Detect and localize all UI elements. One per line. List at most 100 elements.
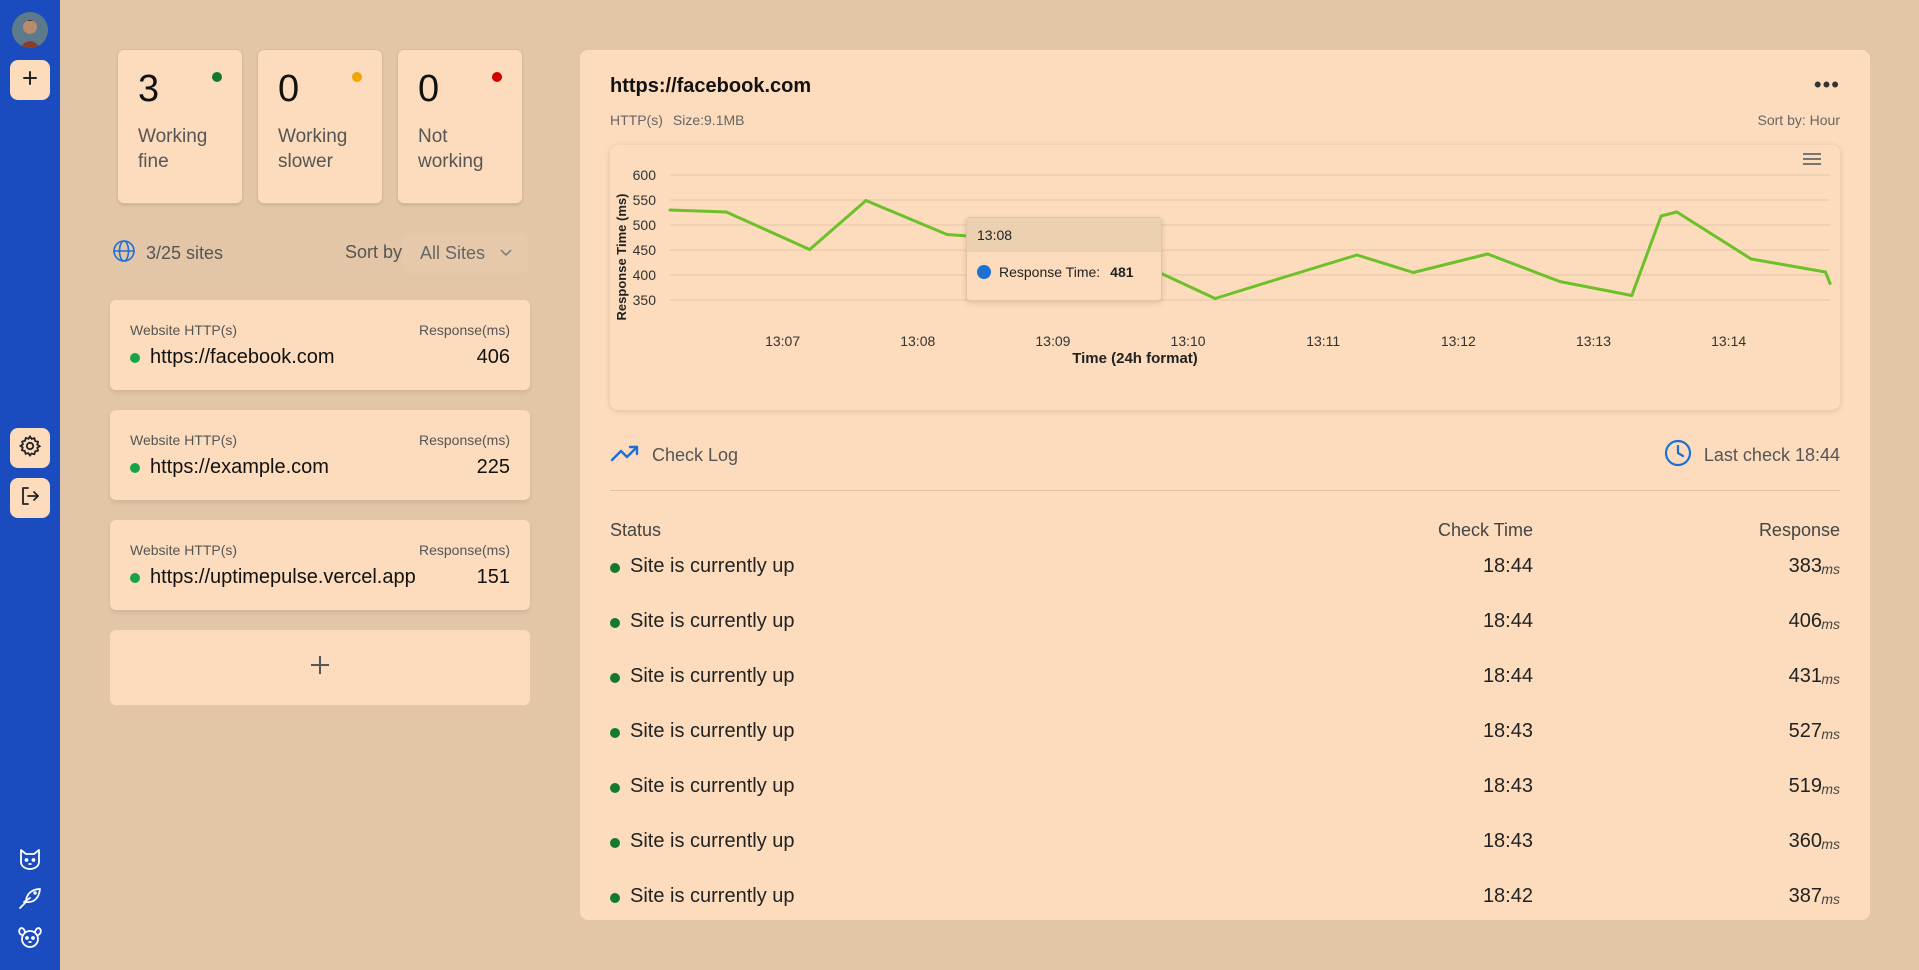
site-card[interactable]: Website HTTP(s) Response(ms) https://upt…	[110, 520, 530, 610]
data-point[interactable]	[1659, 214, 1663, 218]
logout-icon	[18, 484, 42, 513]
add-button[interactable]	[10, 60, 50, 100]
status-dot	[610, 563, 620, 573]
tooltip-body: Response Time: 481	[967, 252, 1161, 292]
data-point[interactable]	[1276, 277, 1280, 281]
row-time: 18:43	[1482, 775, 1533, 797]
stat-label: Working slower	[278, 126, 348, 172]
table-row: Site is currently up 18:43 519 ms	[610, 773, 1840, 807]
data-point[interactable]	[1823, 270, 1827, 274]
x-tick-label: 13:09	[1035, 333, 1070, 349]
status-dot	[610, 618, 620, 628]
data-point[interactable]	[1558, 280, 1562, 283]
divider	[610, 490, 1840, 491]
y-tick-label: 350	[633, 292, 657, 308]
row-status: Site is currently up	[630, 720, 795, 742]
table-row: Site is currently up 18:44 406 ms	[610, 608, 1840, 642]
site-card[interactable]: Website HTTP(s) Response(ms) https://exa…	[110, 410, 530, 500]
data-point[interactable]	[1355, 253, 1359, 257]
site-url: https://facebook.com	[150, 346, 335, 368]
row-status: Site is currently up	[630, 555, 795, 577]
stat-count: 0	[418, 68, 440, 110]
row-unit: ms	[1821, 726, 1840, 742]
tooltip-time: 13:08	[967, 218, 1161, 252]
site-card[interactable]: Website HTTP(s) Response(ms) https://fac…	[110, 300, 530, 390]
site-title: https://facebook.com	[610, 75, 812, 97]
add-site-button[interactable]	[110, 630, 530, 705]
row-time: 18:43	[1482, 830, 1533, 852]
chevron-down-icon	[499, 243, 513, 264]
stat-card-working-fine: 3 Working fine	[118, 50, 242, 203]
site-url: https://example.com	[150, 456, 329, 478]
data-point[interactable]	[945, 233, 949, 236]
y-tick-label: 600	[633, 167, 657, 183]
more-options-button[interactable]: •••	[1814, 74, 1840, 96]
stat-count: 0	[278, 68, 300, 110]
stat-label: Not working	[418, 126, 484, 172]
row-status: Site is currently up	[630, 830, 795, 852]
data-point[interactable]	[668, 208, 672, 212]
site-type: Website HTTP(s)	[130, 432, 238, 448]
site-response: 225	[476, 456, 510, 478]
row-response: 387	[1788, 885, 1822, 907]
dog-button[interactable]	[12, 922, 48, 958]
stat-label: Working fine	[138, 126, 208, 172]
y-tick-label: 500	[633, 217, 657, 233]
row-time: 18:44	[1482, 665, 1533, 687]
site-url: https://uptimepulse.vercel.app	[150, 566, 416, 588]
avatar[interactable]	[12, 12, 48, 48]
status-dot	[130, 353, 140, 363]
row-response: 431	[1788, 665, 1822, 687]
data-point[interactable]	[1411, 271, 1415, 274]
response-header: Response(ms)	[418, 432, 510, 448]
table-row: Site is currently up 18:44 383 ms	[610, 553, 1840, 587]
data-point[interactable]	[864, 199, 868, 202]
cat-button[interactable]	[12, 843, 48, 879]
chart-svg: 350400450500550600 13:07 13:08 13:09 13:10 1…	[614, 167, 1832, 367]
site-detail-panel: https://facebook.com ••• HTTP(s) Size:9.1…	[580, 50, 1870, 920]
sort-by-hour[interactable]: Sort by: Hour	[1758, 112, 1840, 128]
dog-icon	[16, 924, 44, 957]
status-dot-orange	[352, 72, 362, 82]
x-tick-labels: 13:07 13:08 13:09 13:10 13:11 13:12 13:13 13:14	[765, 333, 1746, 349]
data-point[interactable]	[1675, 210, 1679, 214]
settings-button[interactable]	[10, 428, 50, 468]
tooltip-label: Response Time:	[999, 264, 1101, 280]
response-header: Response(ms)	[418, 542, 510, 558]
sort-select[interactable]: All Sites	[403, 233, 528, 273]
site-count: 3/25 sites	[112, 238, 223, 268]
data-point[interactable]	[1828, 282, 1832, 285]
data-point[interactable]	[1749, 257, 1753, 261]
data-point[interactable]	[724, 210, 728, 214]
y-tick-label: 550	[633, 192, 657, 208]
table-row: Site is currently up 18:43 360 ms	[610, 828, 1840, 862]
data-point[interactable]	[1630, 294, 1634, 297]
table-row: Site is currently up 18:44 431 ms	[610, 663, 1840, 697]
row-time: 18:44	[1482, 555, 1533, 577]
column-check-time: Check Time	[1437, 520, 1533, 540]
chart-menu-button[interactable]	[1800, 147, 1824, 171]
globe-icon	[112, 239, 136, 268]
gear-icon	[18, 434, 42, 463]
response-time-chart: 350 400 450 500 550 600 13:07 13:08 13:09 13:10 1…	[610, 145, 1840, 410]
chart-tooltip: 13:08 Response Time: 481	[966, 217, 1162, 301]
y-tick-labels: 350 400 450 500 550 600	[633, 167, 657, 308]
row-unit: ms	[1821, 671, 1840, 687]
stat-count: 3	[138, 68, 160, 110]
row-unit: ms	[1821, 891, 1840, 907]
row-response: 519	[1788, 775, 1822, 797]
plus-icon	[20, 68, 40, 93]
check-log-label: Check Log	[652, 445, 739, 465]
data-point[interactable]	[808, 248, 812, 251]
hamburger-icon	[1803, 153, 1821, 165]
data-point[interactable]	[1486, 252, 1490, 256]
logout-button[interactable]	[10, 478, 50, 518]
bird-button[interactable]	[12, 882, 48, 918]
site-type: Website HTTP(s)	[130, 322, 238, 338]
size-label: Size:9.1MB	[672, 112, 745, 128]
x-tick-label: 13:11	[1306, 333, 1340, 349]
stat-card-not-working: 0 Not working	[398, 50, 522, 203]
status-dot-red	[492, 72, 502, 82]
data-point[interactable]	[1213, 297, 1217, 300]
sidebar	[0, 0, 60, 970]
